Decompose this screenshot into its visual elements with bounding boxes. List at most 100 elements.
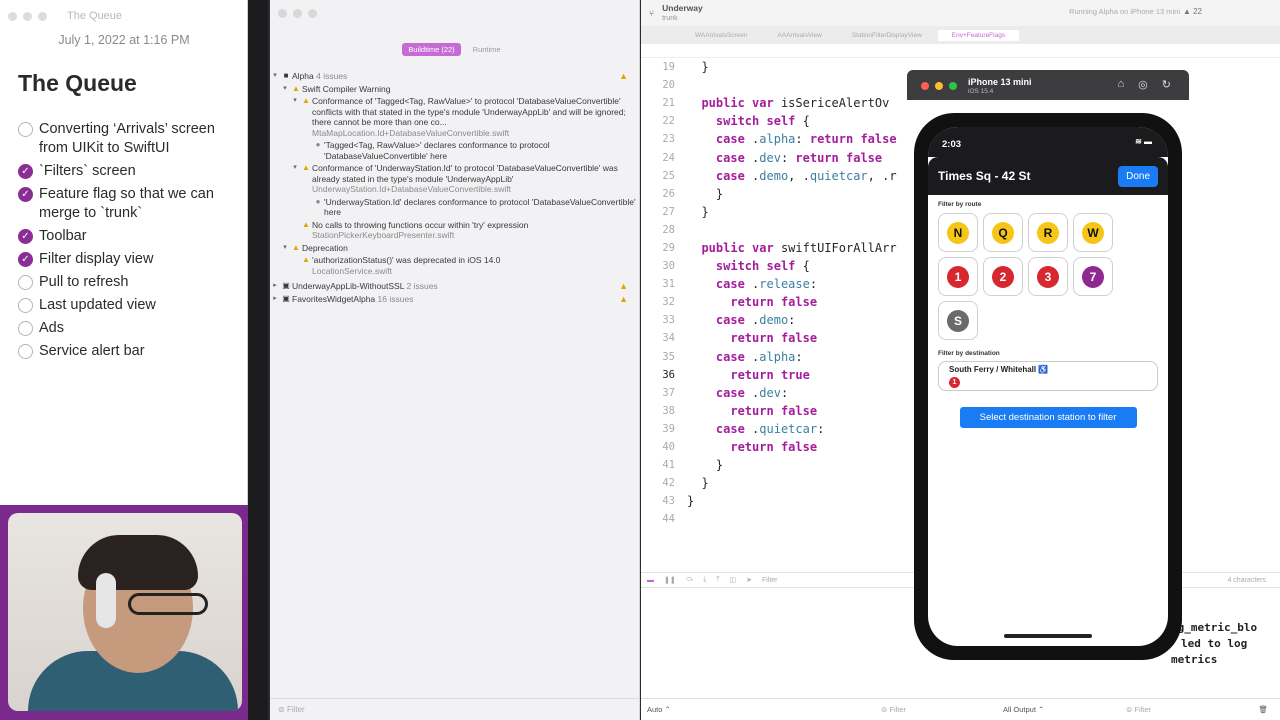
line-number[interactable]: 43: [641, 495, 681, 507]
line-source[interactable]: switch self {: [681, 114, 810, 128]
route-button[interactable]: 2: [983, 257, 1023, 296]
unchecked-checkbox-icon[interactable]: [18, 344, 33, 359]
minimize-button[interactable]: [293, 8, 302, 18]
variables-filter[interactable]: ⊜ Filter: [881, 705, 906, 714]
unchecked-checkbox-icon[interactable]: [18, 321, 33, 336]
route-button[interactable]: 7: [1073, 257, 1113, 296]
file-tab[interactable]: AAArrivalsView: [764, 30, 836, 41]
line-source[interactable]: return false: [681, 295, 817, 309]
disclosure-open-icon[interactable]: ▾: [280, 84, 290, 95]
line-number[interactable]: 20: [641, 79, 681, 91]
checked-checkbox-icon[interactable]: ✓: [18, 229, 33, 244]
debug-filter[interactable]: Filter: [762, 577, 778, 584]
line-number[interactable]: 33: [641, 314, 681, 326]
home-indicator[interactable]: [1004, 634, 1092, 638]
view-hierarchy-icon[interactable]: ◫: [729, 576, 736, 584]
disclosure-closed-icon[interactable]: ▸: [270, 281, 280, 292]
disclosure-closed-icon[interactable]: ▸: [270, 294, 280, 305]
line-number[interactable]: 44: [641, 513, 681, 525]
jump-bar[interactable]: [641, 44, 1280, 58]
line-number[interactable]: 29: [641, 242, 681, 254]
line-source[interactable]: return true: [681, 368, 810, 382]
line-number[interactable]: 28: [641, 224, 681, 236]
unchecked-checkbox-icon[interactable]: [18, 122, 33, 137]
pause-icon[interactable]: ❚❚: [664, 576, 676, 584]
issue-group-alpha[interactable]: ▾ ■ Alpha 4 issues ▲: [270, 70, 640, 83]
console-filter[interactable]: ⊜ Filter: [1126, 705, 1151, 714]
line-number[interactable]: 25: [641, 170, 681, 182]
line-source[interactable]: return false: [681, 331, 817, 345]
unchecked-checkbox-icon[interactable]: [18, 298, 33, 313]
route-button[interactable]: 3: [1028, 257, 1068, 296]
file-tab[interactable]: Env+FeatureFlags: [937, 29, 1020, 41]
line-number[interactable]: 38: [641, 405, 681, 417]
line-number[interactable]: 40: [641, 441, 681, 453]
line-number[interactable]: 34: [641, 332, 681, 344]
line-number[interactable]: 27: [641, 206, 681, 218]
line-source[interactable]: }: [681, 458, 723, 472]
home-icon[interactable]: ⌂: [1118, 78, 1125, 91]
route-button[interactable]: W: [1073, 213, 1113, 252]
issue-note[interactable]: ● 'Tagged<Tag, RawValue>' declares confor…: [270, 139, 640, 162]
issue-item[interactable]: ▲ 'authorizationStatus()' was deprecated…: [270, 254, 640, 277]
line-number[interactable]: 22: [641, 115, 681, 127]
line-source[interactable]: case .demo:: [681, 313, 796, 327]
warning-count[interactable]: ▲ 22: [1183, 7, 1202, 16]
tab-runtime[interactable]: Runtime: [467, 43, 507, 56]
project-name[interactable]: Underway: [662, 3, 703, 13]
line-source[interactable]: }: [681, 476, 708, 490]
line-source[interactable]: public var swiftUIForAllArr: [681, 241, 896, 255]
issue-note[interactable]: ● 'UnderwayStation.Id' declares conforman…: [270, 196, 640, 219]
issue-item[interactable]: ▲ No calls to throwing functions occur wi…: [270, 219, 640, 242]
screenshot-icon[interactable]: ◎: [1138, 78, 1148, 91]
issue-category-swift[interactable]: ▾ ▲ Swift Compiler Warning: [270, 83, 640, 96]
tab-buildtime[interactable]: Buildtime (22): [402, 43, 461, 56]
line-number[interactable]: 23: [641, 133, 681, 145]
zoom-button[interactable]: [38, 11, 47, 21]
route-button[interactable]: Q: [983, 213, 1023, 252]
line-number[interactable]: 36: [641, 369, 681, 381]
route-button[interactable]: S: [938, 301, 978, 340]
step-out-icon[interactable]: ⤒: [716, 576, 719, 584]
issue-item[interactable]: ▾ ▲ Conformance of 'Tagged<Tag, RawValue>'…: [270, 95, 640, 139]
file-tab[interactable]: WAArrivalsScreen: [681, 30, 762, 41]
issue-group-withoutssl[interactable]: ▸ ▣ UnderwayAppLib-WithoutSSL 2 issues ▲: [270, 280, 640, 293]
rotate-icon[interactable]: ↻: [1162, 78, 1171, 91]
zoom-button[interactable]: [308, 8, 317, 18]
line-source[interactable]: case .alpha: return false: [681, 132, 897, 146]
line-number[interactable]: 41: [641, 459, 681, 471]
line-source[interactable]: public var isSericeAlertOv: [681, 96, 889, 110]
minimize-button[interactable]: [23, 11, 32, 21]
done-button[interactable]: Done: [1118, 165, 1158, 187]
line-number[interactable]: 39: [641, 423, 681, 435]
line-source[interactable]: case .quietcar:: [681, 422, 824, 436]
issue-category-deprecation[interactable]: ▾ ▲ Deprecation: [270, 242, 640, 255]
line-number[interactable]: 32: [641, 296, 681, 308]
destination-field[interactable]: South Ferry / Whitehall ♿ 1: [938, 361, 1158, 391]
line-number[interactable]: 24: [641, 152, 681, 164]
trash-icon[interactable]: 🗑: [1258, 705, 1268, 714]
line-number[interactable]: 21: [641, 97, 681, 109]
branch-name[interactable]: trunk: [662, 15, 678, 22]
line-source[interactable]: }: [681, 205, 708, 219]
line-number[interactable]: 37: [641, 387, 681, 399]
step-in-icon[interactable]: ⤓: [703, 576, 706, 584]
line-number[interactable]: 35: [641, 351, 681, 363]
close-button[interactable]: [278, 8, 287, 18]
checked-checkbox-icon[interactable]: ✓: [18, 252, 33, 267]
disclosure-open-icon[interactable]: ▾: [270, 71, 280, 82]
line-source[interactable]: switch self {: [681, 259, 810, 273]
checked-checkbox-icon[interactable]: ✓: [18, 187, 33, 202]
location-icon[interactable]: ➤: [746, 576, 752, 584]
line-source[interactable]: case .alpha:: [681, 350, 803, 364]
line-source[interactable]: case .dev:: [681, 386, 788, 400]
disclosure-open-icon[interactable]: ▾: [290, 163, 300, 174]
step-over-icon[interactable]: ⤼: [686, 576, 693, 584]
unchecked-checkbox-icon[interactable]: [18, 275, 33, 290]
line-source[interactable]: case .demo, .quietcar, .r: [681, 169, 897, 183]
variables-scope-select[interactable]: Auto ⌃: [647, 705, 671, 714]
close-button[interactable]: [921, 82, 929, 90]
issue-item[interactable]: ▾ ▲ Conformance of 'UnderwayStation.Id' to…: [270, 162, 640, 196]
disclosure-open-icon[interactable]: ▾: [290, 96, 300, 107]
select-destination-button[interactable]: Select destination station to filter: [959, 407, 1137, 428]
